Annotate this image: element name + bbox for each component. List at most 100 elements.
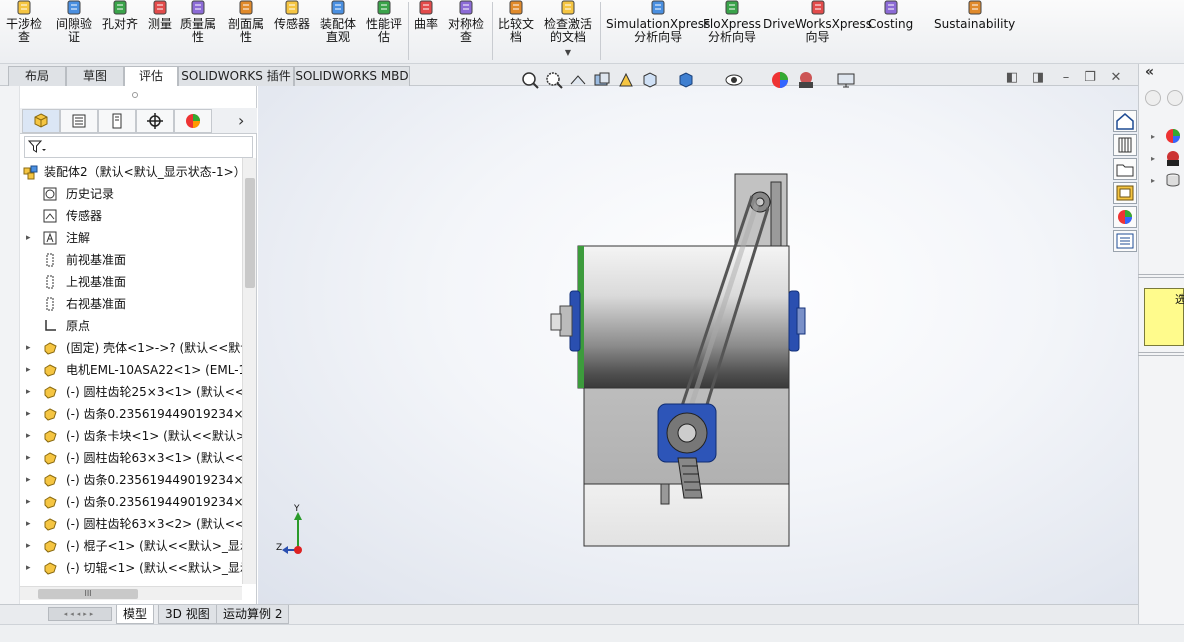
expand-arrow-icon[interactable]: ▸ xyxy=(26,403,31,425)
tab-scroll-arrows-icon[interactable]: ◂◂◂▸▸ xyxy=(48,607,112,621)
dynamic-annotation-icon[interactable] xyxy=(616,70,636,90)
tab-sketch[interactable]: 草图 xyxy=(66,66,124,86)
tree-item[interactable]: ▸ (-) 圆柱齿轮25×3<1> (默认<<默 xyxy=(20,381,242,403)
tree-item[interactable]: 历史记录 xyxy=(20,183,242,205)
minimize-icon[interactable]: – xyxy=(1058,70,1074,86)
tree-item[interactable]: ▸ (-) 齿条0.235619449019234×3 xyxy=(20,403,242,425)
design-library-icon[interactable] xyxy=(1113,134,1137,156)
tab-3d-view[interactable]: 3D 视图 xyxy=(158,605,217,624)
back-icon[interactable] xyxy=(1145,90,1161,106)
expand-arrow-icon[interactable]: ▸ xyxy=(26,447,31,469)
symmetry-check-button[interactable]: 对称检 查 xyxy=(448,0,484,62)
tree-item[interactable]: 上视基准面 xyxy=(20,271,242,293)
tree-horizontal-scrollbar[interactable]: III xyxy=(20,586,242,600)
floxpress-button[interactable]: FloXpress 分析向导 xyxy=(703,0,761,62)
appearances-scenes-icon[interactable] xyxy=(1113,206,1137,228)
tree-item[interactable]: ▸ 电机EML-10ASA22<1> (EML-1 xyxy=(20,359,242,381)
hide-show-items-icon[interactable] xyxy=(724,70,744,90)
tab-motion-study-2[interactable]: 运动算例 2 xyxy=(216,605,290,624)
measure-button[interactable]: 测量 xyxy=(148,0,172,62)
task-pane-collapse-icon[interactable]: « xyxy=(1145,64,1154,80)
section-view-icon[interactable] xyxy=(592,70,612,90)
tree-item[interactable]: ▸ (-) 齿条0.235619449019234×3 xyxy=(20,469,242,491)
interference-check-button[interactable]: 干涉检 查 xyxy=(6,0,42,62)
hole-align-button[interactable]: 孔对齐 xyxy=(102,0,138,62)
costing-button[interactable]: Costing xyxy=(868,0,913,62)
tab-layout[interactable]: 布局 xyxy=(8,66,66,86)
dropdown-caret-icon[interactable]: ▼ xyxy=(565,46,571,59)
tab-solidworks-addins[interactable]: SOLIDWORKS 插件 xyxy=(178,66,294,86)
configurationmanager-tab-icon[interactable] xyxy=(98,109,136,133)
custom-properties-icon[interactable] xyxy=(1113,230,1137,252)
previous-view-icon[interactable] xyxy=(568,70,588,90)
display-manager-tab-icon[interactable] xyxy=(174,109,212,133)
expand-arrow-icon[interactable]: ▸ xyxy=(26,491,31,513)
expand-arrow-icon[interactable]: ▸ xyxy=(26,425,31,447)
tree-item[interactable]: ▸ (-) 圆柱齿轮63×3<2> (默认<<默 xyxy=(20,513,242,535)
solidworks-resources-icon[interactable] xyxy=(1113,110,1137,132)
curvature-button[interactable]: 曲率 xyxy=(414,0,438,62)
expand-arrow-icon[interactable]: ▸ xyxy=(26,337,31,359)
featuremanager-tab-icon[interactable] xyxy=(22,109,60,133)
panel-grip[interactable] xyxy=(132,92,138,98)
tree-item[interactable]: 右视基准面 xyxy=(20,293,242,315)
graphics-viewport[interactable]: Y Z xyxy=(258,86,1138,604)
forward-icon[interactable] xyxy=(1167,90,1183,106)
compare-documents-button[interactable]: 比较文 档 xyxy=(498,0,534,62)
tree-item[interactable]: ▸ (-) 齿条0.235619449019234×3 xyxy=(20,491,242,513)
view-orientation-icon[interactable] xyxy=(640,70,660,90)
tab-solidworks-mbd[interactable]: SOLIDWORKS MBD xyxy=(294,66,410,86)
zoom-to-fit-icon[interactable] xyxy=(520,70,540,90)
tree-item[interactable]: ▸ (固定) 壳体<1>->? (默认<<默认 xyxy=(20,337,242,359)
restore-icon[interactable]: ❐ xyxy=(1082,70,1098,86)
view-palette-icon[interactable] xyxy=(1113,182,1137,204)
panel-next-arrow-icon[interactable]: › xyxy=(238,111,244,130)
tree-item[interactable]: 原点 xyxy=(20,315,242,337)
propertymanager-tab-icon[interactable] xyxy=(60,109,98,133)
expand-arrow-icon[interactable]: ▸ xyxy=(26,227,31,249)
tree-item[interactable]: ▸ (-) 齿条卡块<1> (默认<<默认> xyxy=(20,425,242,447)
section-properties-button[interactable]: 剖面属 性 xyxy=(228,0,264,62)
tree-hscroll-thumb[interactable]: III xyxy=(38,589,138,599)
check-active-document-button[interactable]: 检查激活 的文档 ▼ xyxy=(544,0,592,62)
expand-arrow-icon[interactable]: ▸ xyxy=(26,513,31,535)
display-style-icon[interactable] xyxy=(676,70,696,90)
tree-item[interactable]: ▸ 注解 xyxy=(20,227,242,249)
sustainability-button[interactable]: Sustainability xyxy=(934,0,1015,62)
expand-arrow-icon[interactable]: ▸ xyxy=(26,359,31,381)
tree-vscroll-thumb[interactable] xyxy=(245,178,255,288)
tree-item[interactable]: ▸ (-) 圆柱齿轮63×3<1> (默认<<默 xyxy=(20,447,242,469)
tab-model[interactable]: 模型 xyxy=(116,605,155,624)
assembly-visualization-button[interactable]: 装配体 直观 xyxy=(320,0,356,62)
edit-appearance-icon[interactable] xyxy=(770,70,790,90)
tab-evaluate[interactable]: 评估 xyxy=(124,66,178,87)
tree-item[interactable]: 传感器 xyxy=(20,205,242,227)
mass-properties-button[interactable]: 质量属 性 xyxy=(180,0,216,62)
tree-filter-field[interactable] xyxy=(24,136,253,158)
sensor-button[interactable]: 传感器 xyxy=(274,0,310,62)
performance-evaluation-button[interactable]: 性能评 估 xyxy=(366,0,402,62)
tree-root-assembly[interactable]: 装配体2（默认<默认_显示状态-1>） xyxy=(20,161,242,183)
expand-arrow-icon[interactable]: ▸ xyxy=(26,535,31,557)
expand-arrow-icon[interactable]: ▸ xyxy=(26,381,31,403)
view-settings-icon[interactable] xyxy=(836,70,856,90)
scenes-folder-icon[interactable]: ▸ xyxy=(1151,150,1181,166)
tree-vertical-scrollbar[interactable] xyxy=(242,158,256,584)
simulationxpress-button[interactable]: SimulationXpress 分析向导 xyxy=(606,0,710,62)
apply-scene-icon[interactable] xyxy=(796,70,816,90)
file-explorer-icon[interactable] xyxy=(1113,158,1137,180)
tree-item[interactable]: 前视基准面 xyxy=(20,249,242,271)
viewport-right-icon[interactable]: ◨ xyxy=(1030,70,1046,86)
viewport-left-icon[interactable]: ◧ xyxy=(1004,70,1020,86)
close-icon[interactable]: ✕ xyxy=(1108,70,1124,86)
expand-arrow-icon[interactable]: ▸ xyxy=(26,557,31,579)
driveworksxpress-button[interactable]: DriveWorksXpress 向导 xyxy=(763,0,872,62)
expand-arrow-icon[interactable]: ▸ xyxy=(26,469,31,491)
zoom-to-area-icon[interactable] xyxy=(544,70,564,90)
tree-item[interactable]: ▸ (-) 切辊<1> (默认<<默认>_显示 xyxy=(20,557,242,579)
tree-item[interactable]: ▸ (-) 棍子<1> (默认<<默认>_显示 xyxy=(20,535,242,557)
clearance-verify-button[interactable]: 间隙验 证 xyxy=(56,0,92,62)
decals-folder-icon[interactable]: ▸ xyxy=(1151,172,1181,188)
dimxpert-tab-icon[interactable] xyxy=(136,109,174,133)
appearances-folder-icon[interactable]: ▸ xyxy=(1151,128,1181,144)
